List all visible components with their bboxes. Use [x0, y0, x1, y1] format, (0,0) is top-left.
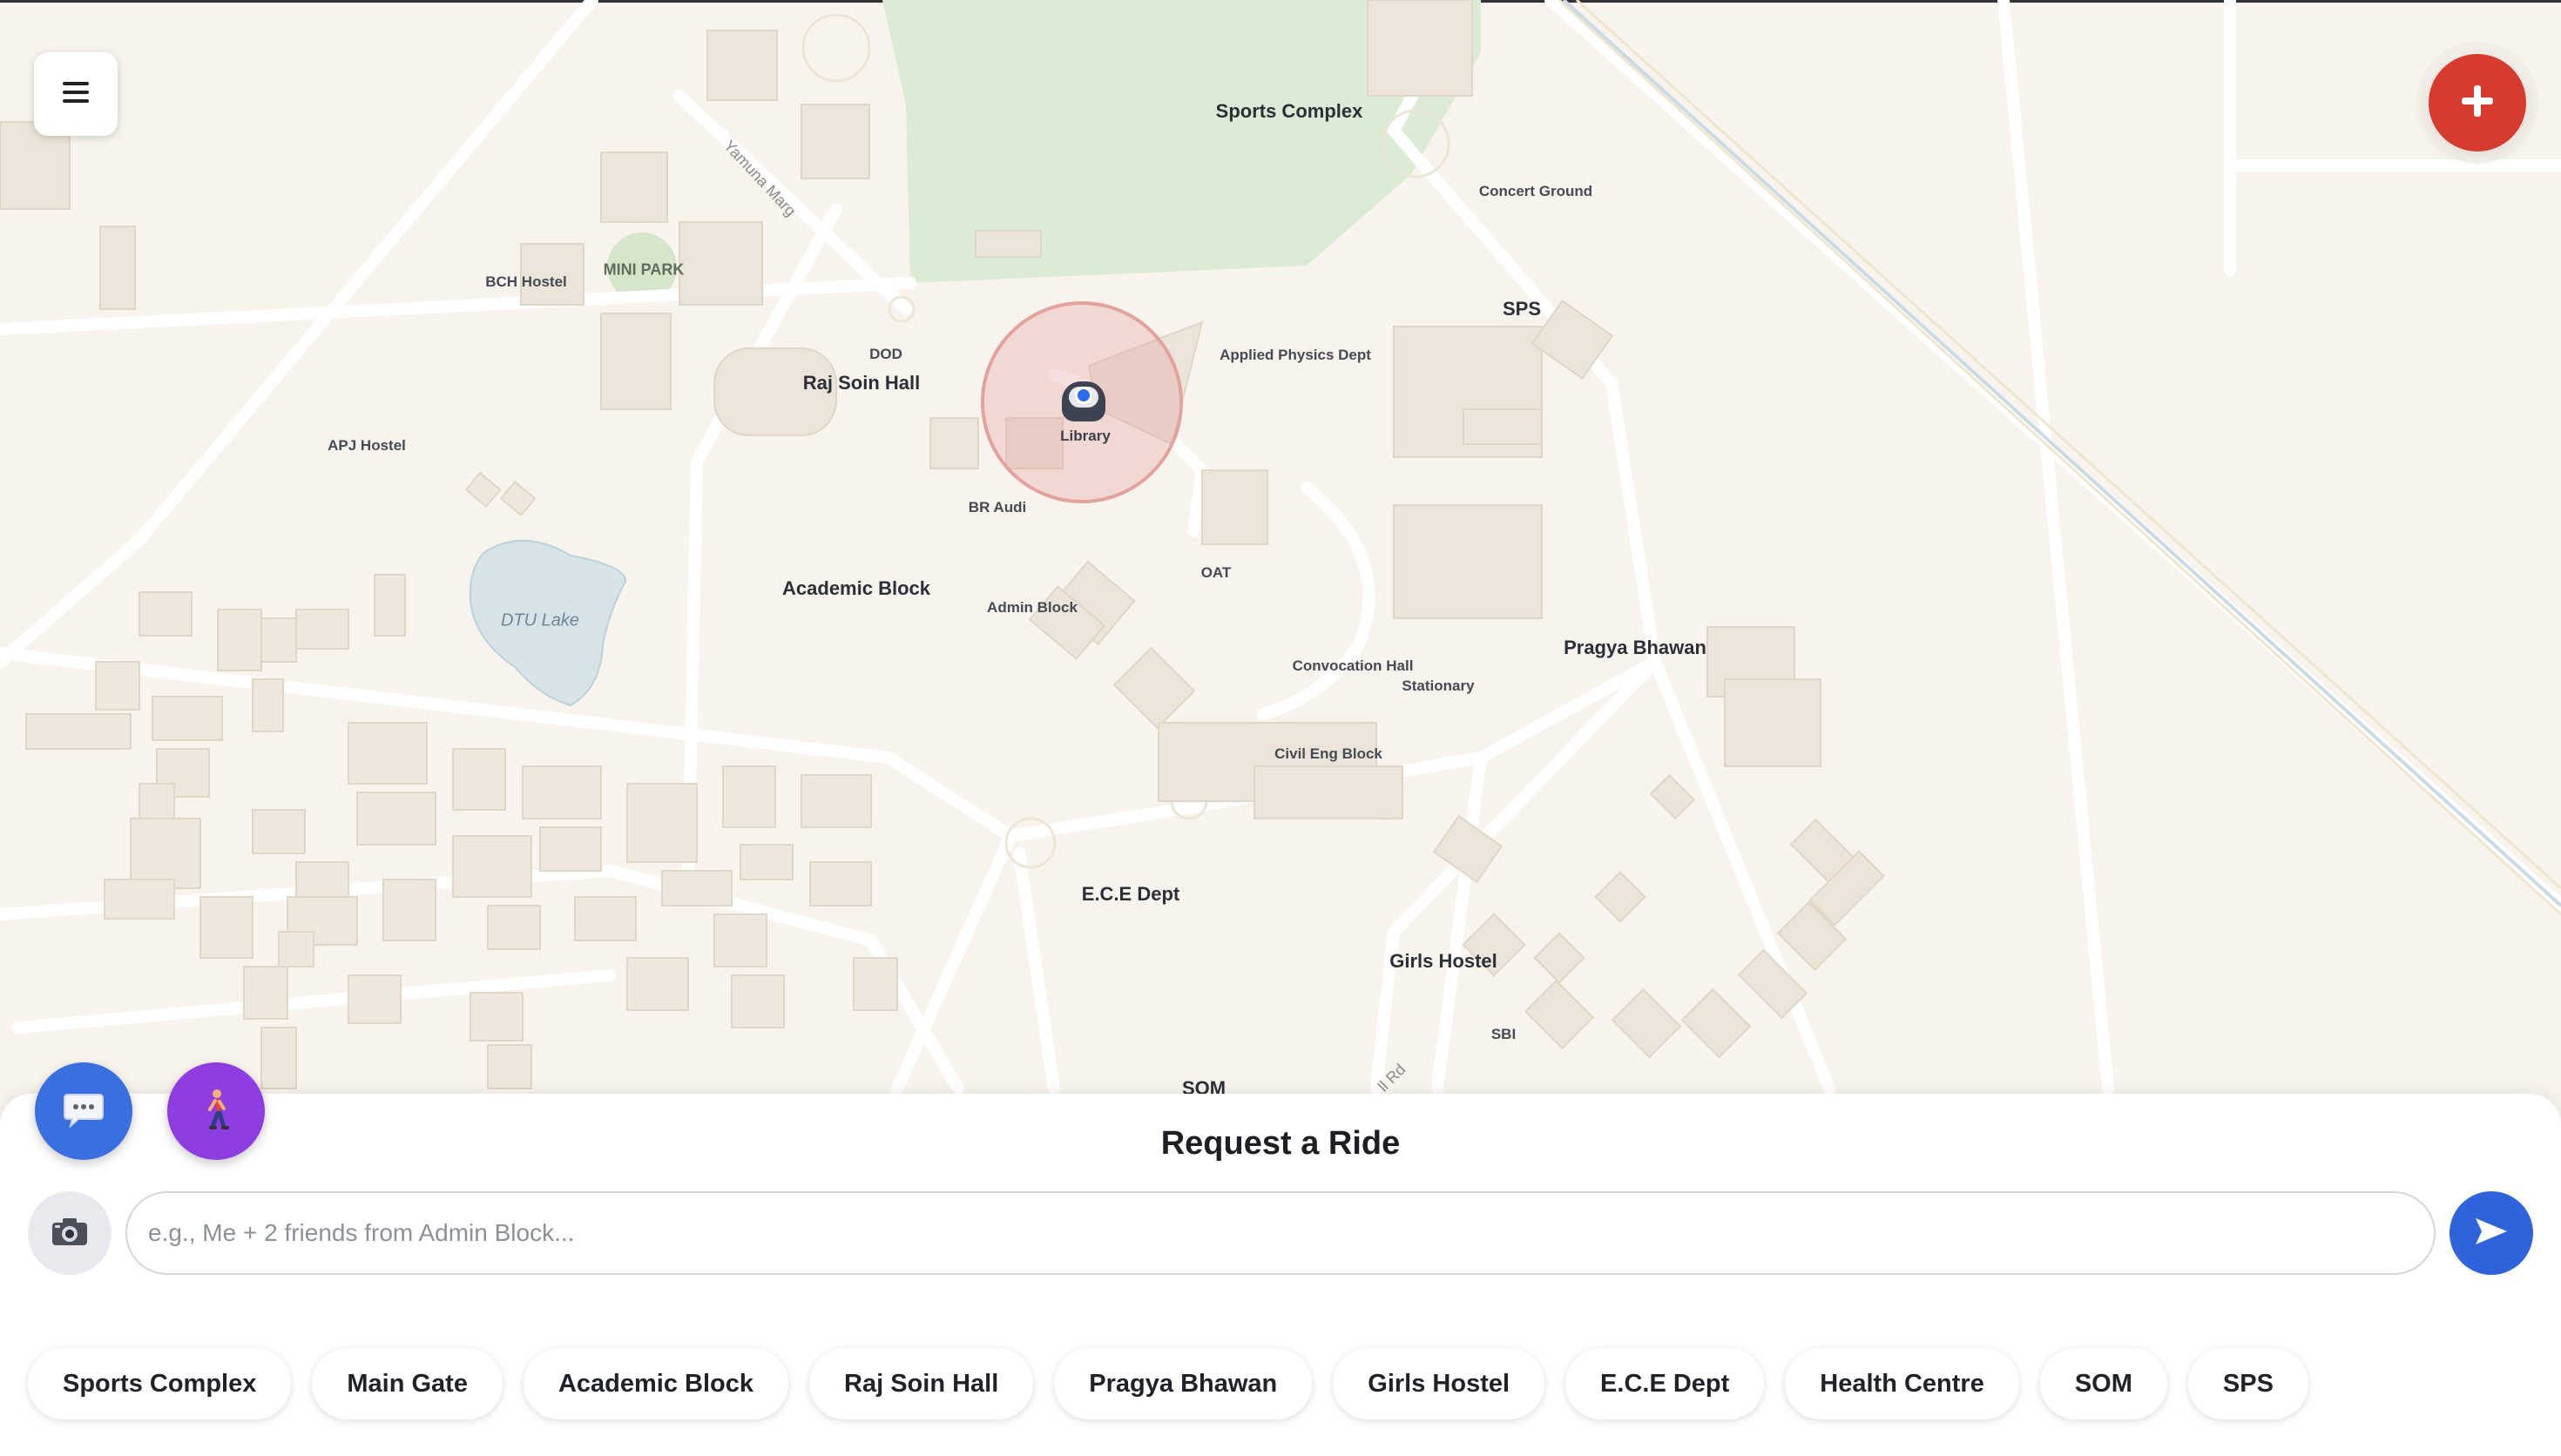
panel-title: Request a Ride — [1160, 1125, 1401, 1162]
hamburger-menu-icon — [63, 81, 89, 108]
map-label-sbi[interactable]: SBI — [1491, 1026, 1516, 1043]
destination-chip[interactable]: Pragya Bhawan — [1054, 1348, 1313, 1419]
destination-chip[interactable]: SPS — [2187, 1348, 2308, 1419]
destination-chip[interactable]: SOM — [2039, 1348, 2167, 1419]
map-label-sports-complex[interactable]: Sports Complex — [1216, 100, 1363, 123]
map-label-mini-park[interactable]: MINI PARK — [604, 261, 685, 280]
destination-chip[interactable]: Raj Soin Hall — [809, 1348, 1034, 1419]
map-label-civil-eng-block[interactable]: Civil Eng Block — [1274, 745, 1382, 763]
map-label-girls-hostel[interactable]: Girls Hostel — [1389, 950, 1497, 973]
map-label-ece-dept[interactable]: E.C.E Dept — [1082, 883, 1179, 906]
destination-chip[interactable]: Main Gate — [312, 1348, 503, 1419]
location-pin-icon — [1062, 381, 1105, 421]
map-label-convocation-hall[interactable]: Convocation Hall — [1293, 657, 1414, 675]
ride-request-input[interactable] — [125, 1191, 2436, 1275]
location-dot — [1075, 387, 1092, 404]
current-location-label: Library — [1060, 428, 1111, 444]
map-label-stationary[interactable]: Stationary — [1402, 677, 1474, 695]
map-label-admin-block[interactable]: Admin Block — [987, 599, 1078, 617]
map-label-raj-soin-hall[interactable]: Raj Soin Hall — [803, 372, 920, 394]
send-button[interactable] — [2450, 1191, 2533, 1275]
camera-icon — [51, 1216, 89, 1251]
map-label-bch-hostel[interactable]: BCH Hostel — [485, 273, 567, 291]
map-label-apj-hostel[interactable]: APJ Hostel — [328, 437, 406, 455]
destination-chip[interactable]: E.C.E Dept — [1565, 1348, 1765, 1419]
destination-chip[interactable]: Health Centre — [1785, 1348, 2019, 1419]
map-label-dod[interactable]: DOD — [869, 346, 902, 363]
menu-button[interactable] — [34, 52, 118, 136]
destination-chip[interactable]: Academic Block — [523, 1348, 789, 1419]
plus-icon — [2462, 84, 2493, 121]
map-label-sps[interactable]: SPS — [1503, 298, 1541, 320]
add-button[interactable] — [2429, 54, 2526, 152]
map-label-pragya-bhawan[interactable]: Pragya Bhawan — [1564, 637, 1706, 659]
current-location-marker[interactable]: Library — [981, 301, 1183, 503]
map-label-dtu-lake[interactable]: DTU Lake — [501, 611, 579, 631]
map-label-oat[interactable]: OAT — [1201, 564, 1232, 582]
destination-chip[interactable]: Sports Complex — [28, 1348, 292, 1419]
map-label-br-audi[interactable]: BR Audi — [969, 499, 1026, 516]
map-label-academic-block[interactable]: Academic Block — [782, 577, 930, 600]
camera-button[interactable] — [28, 1191, 111, 1275]
destination-chip[interactable]: Girls Hostel — [1333, 1348, 1545, 1419]
send-arrow-icon — [2474, 1217, 2509, 1250]
map-label-applied-physics-dept[interactable]: Applied Physics Dept — [1220, 347, 1371, 364]
quick-destination-chips: Sports Complex Main Gate Academic Block Raj… — [28, 1348, 2308, 1419]
map-label-concert-ground[interactable]: Concert Ground — [1479, 183, 1592, 200]
